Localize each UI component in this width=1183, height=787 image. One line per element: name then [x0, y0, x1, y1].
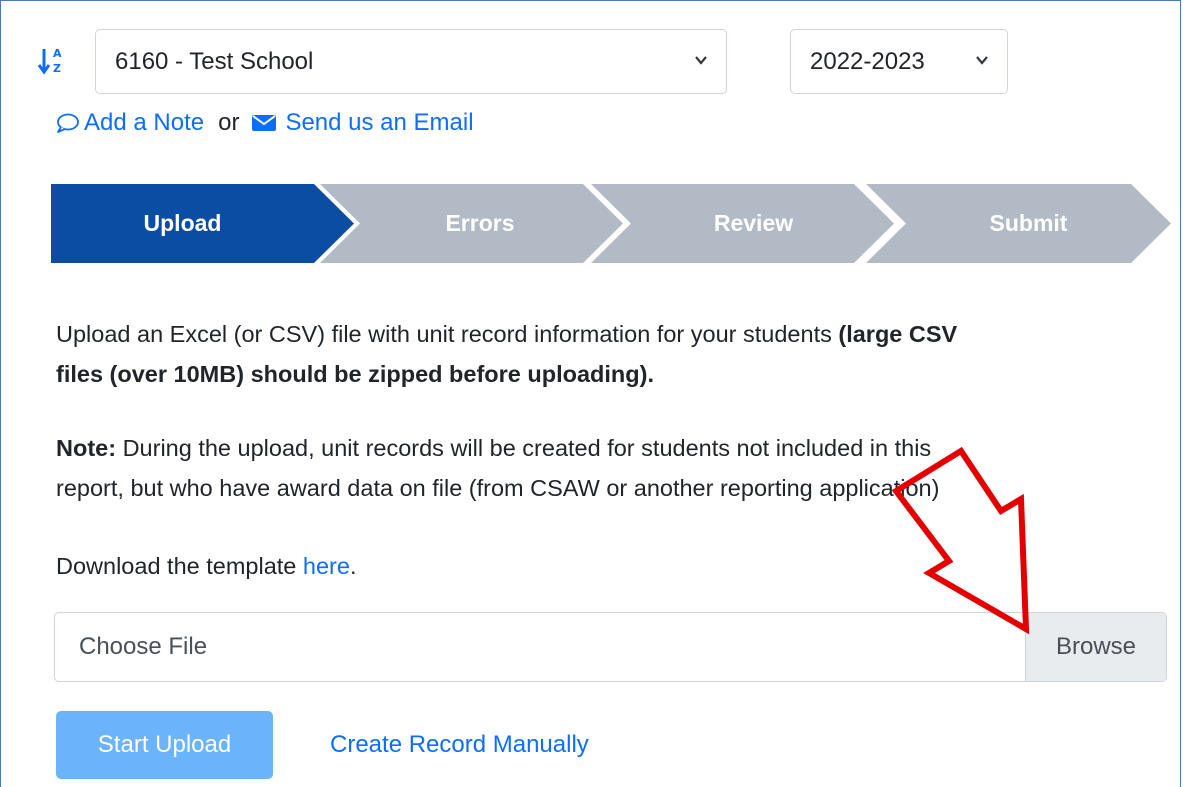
- template-suffix: .: [349, 553, 357, 579]
- intro-text: Upload an Excel (or CSV) file with unit …: [56, 321, 839, 347]
- contact-links: Add a Note or Send us an Email: [56, 109, 474, 137]
- wizard-steps: Upload Errors Review Submit: [51, 184, 1171, 263]
- note-label: Note:: [56, 435, 117, 461]
- chevron-down-icon: [695, 55, 707, 65]
- chat-icon: [57, 113, 79, 133]
- template-prefix: Download the template: [56, 553, 303, 579]
- svg-text:Z: Z: [53, 62, 61, 75]
- year-select[interactable]: 2022-2023: [790, 29, 1008, 94]
- template-link[interactable]: here: [303, 546, 350, 586]
- sort-alpha-icon[interactable]: A Z: [37, 45, 67, 77]
- school-select-value: 6160 - Test School: [115, 47, 314, 75]
- file-input[interactable]: Choose File Browse: [54, 612, 1167, 682]
- intro-bold-2: files (over 10MB) should be zipped befor…: [56, 361, 654, 387]
- upload-instructions: Upload an Excel (or CSV) file with unit …: [56, 314, 1171, 394]
- browse-button[interactable]: Browse: [1025, 613, 1166, 681]
- start-upload-button[interactable]: Start Upload: [56, 711, 273, 779]
- step-upload[interactable]: Upload: [51, 184, 354, 263]
- step-errors[interactable]: Errors: [320, 184, 623, 263]
- or-text: or: [218, 109, 240, 136]
- step-submit-label: Submit: [989, 210, 1068, 236]
- envelope-icon: [252, 115, 277, 131]
- chevron-down-icon: [976, 55, 988, 65]
- create-record-manually-link[interactable]: Create Record Manually: [330, 711, 589, 779]
- step-submit[interactable]: Submit: [866, 184, 1171, 263]
- file-placeholder: Choose File: [79, 633, 208, 660]
- step-upload-label: Upload: [143, 210, 222, 236]
- intro-bold-1: (large CSV: [838, 321, 958, 347]
- send-email-link[interactable]: Send us an Email: [251, 109, 474, 137]
- template-download: Download the template here.: [56, 546, 1171, 586]
- note-line-1: During the upload, unit records will be …: [116, 435, 932, 461]
- step-errors-label: Errors: [445, 210, 515, 236]
- add-note-link[interactable]: Add a Note: [56, 109, 204, 137]
- page-frame: A Z 6160 - Test School 2022-2023 Add a N…: [0, 0, 1181, 787]
- upload-note: Note: During the upload, unit records wi…: [56, 428, 1171, 508]
- note-line-2: report, but who have award data on file …: [56, 475, 940, 501]
- svg-text:A: A: [53, 47, 62, 60]
- add-note-label: Add a Note: [84, 109, 205, 136]
- school-select[interactable]: 6160 - Test School: [95, 29, 727, 94]
- send-email-label: Send us an Email: [285, 109, 474, 136]
- step-review-label: Review: [713, 210, 794, 236]
- year-select-value: 2022-2023: [810, 47, 925, 75]
- step-review[interactable]: Review: [591, 184, 894, 263]
